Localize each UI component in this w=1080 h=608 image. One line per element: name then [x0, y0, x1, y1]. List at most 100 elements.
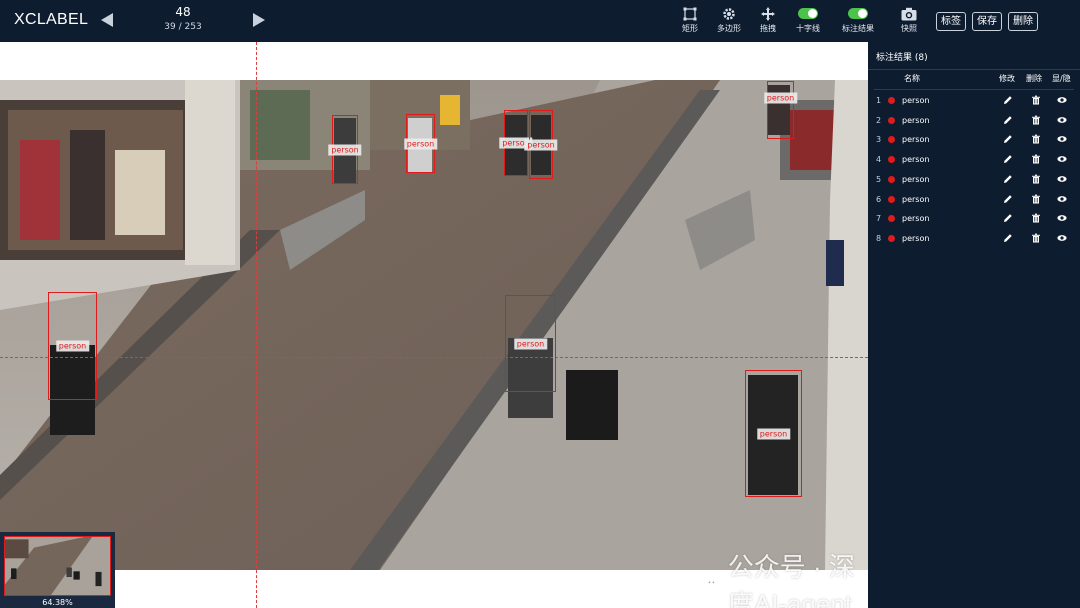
panel-divider — [868, 69, 1080, 70]
color-dot-icon — [888, 195, 895, 203]
list-item[interactable]: 8 person — [868, 230, 1080, 249]
trash-icon[interactable] — [1031, 213, 1041, 223]
color-dot-icon — [888, 175, 895, 183]
item-index: 8 — [876, 233, 882, 243]
eye-icon[interactable] — [1057, 154, 1067, 164]
pencil-icon[interactable] — [1003, 154, 1013, 164]
item-index: 4 — [876, 155, 882, 165]
item-name: person — [902, 155, 930, 165]
bounding-box[interactable]: person — [328, 115, 362, 184]
pencil-icon[interactable] — [1003, 95, 1013, 105]
eye-icon[interactable] — [1057, 233, 1067, 243]
panel-divider — [874, 89, 1074, 90]
trash-icon[interactable] — [1031, 174, 1041, 184]
trash-icon[interactable] — [1031, 154, 1041, 164]
trash-icon[interactable] — [1031, 134, 1041, 144]
minimap-thumbnail[interactable] — [4, 536, 111, 596]
bounding-box[interactable]: person — [505, 295, 556, 392]
next-image-button[interactable] — [252, 12, 266, 28]
crosshair-switch[interactable] — [798, 8, 818, 19]
trash-icon[interactable] — [1031, 233, 1041, 243]
item-index: 7 — [876, 214, 882, 224]
show-annotations-toggle[interactable]: 标注结果 — [838, 5, 878, 34]
bounding-box[interactable]: person — [745, 370, 802, 497]
watermark: 公众号 · 深度AI-agent — [705, 547, 868, 608]
crosshair-vertical-line — [256, 42, 257, 608]
color-dot-icon — [888, 116, 895, 124]
trash-icon[interactable] — [1031, 95, 1041, 105]
eye-icon[interactable] — [1057, 194, 1067, 204]
eye-icon[interactable] — [1057, 174, 1067, 184]
chat-bubble-icon — [705, 578, 722, 590]
list-item[interactable]: 6 person — [868, 191, 1080, 210]
trash-icon[interactable] — [1031, 194, 1041, 204]
item-index: 6 — [876, 194, 882, 204]
list-item[interactable]: 4 person — [868, 151, 1080, 170]
pencil-icon[interactable] — [1003, 115, 1013, 125]
color-dot-icon — [888, 215, 895, 223]
item-name: person — [902, 174, 930, 184]
item-name: person — [902, 233, 930, 243]
bounding-box[interactable]: person — [403, 114, 438, 173]
list-item[interactable]: 5 person — [868, 171, 1080, 190]
crosshair-label: 十字线 — [796, 24, 820, 33]
box-label: person — [513, 338, 548, 349]
snapshot-label: 快照 — [901, 24, 917, 33]
bounding-box[interactable]: person — [48, 292, 97, 400]
prev-image-button[interactable] — [100, 12, 114, 28]
minimap[interactable]: 64.38% — [0, 532, 115, 608]
box-label: person — [328, 144, 362, 155]
bounding-box[interactable]: person — [524, 110, 558, 179]
app-logo: XCLABEL — [14, 11, 89, 28]
drag-tool-button[interactable]: 拖拽 — [748, 5, 788, 34]
eye-icon[interactable] — [1057, 95, 1067, 105]
trash-icon[interactable] — [1031, 115, 1041, 125]
eye-icon[interactable] — [1057, 115, 1067, 125]
list-item[interactable]: 2 person — [868, 112, 1080, 131]
rect-tool-button[interactable]: 矩形 — [670, 5, 710, 34]
color-dot-icon — [888, 156, 895, 164]
list-item[interactable]: 1 person — [868, 92, 1080, 111]
column-visibility: 显/隐 — [1052, 74, 1071, 83]
item-name: person — [902, 214, 930, 224]
pencil-icon[interactable] — [1003, 134, 1013, 144]
pencil-icon[interactable] — [1003, 233, 1013, 243]
image-counter: 48 39 / 253 — [148, 5, 218, 34]
box-label: person — [403, 138, 438, 149]
box-label: person — [756, 428, 791, 439]
rectangle-icon — [670, 5, 710, 22]
top-toolbar: XCLABEL 48 39 / 253 矩形 多边形 拖拽 十字线 标注结果 快… — [0, 0, 1080, 42]
pencil-icon[interactable] — [1003, 174, 1013, 184]
annotation-canvas[interactable]: person person person person person perso… — [0, 42, 868, 608]
show-annotations-switch[interactable] — [848, 8, 868, 19]
pencil-icon[interactable] — [1003, 213, 1013, 223]
gear-icon — [709, 5, 749, 22]
color-dot-icon — [888, 136, 895, 144]
drag-tool-label: 拖拽 — [760, 24, 776, 33]
delete-button[interactable]: 删除 — [1008, 12, 1038, 31]
camera-icon — [889, 5, 929, 22]
snapshot-button[interactable]: 快照 — [889, 5, 929, 34]
triangle-left-icon — [101, 13, 113, 27]
rect-tool-label: 矩形 — [682, 24, 698, 33]
triangle-right-icon — [253, 13, 265, 27]
pencil-icon[interactable] — [1003, 194, 1013, 204]
move-arrows-icon — [748, 5, 788, 22]
crosshair-toggle[interactable]: 十字线 — [788, 5, 828, 34]
image-number: 48 — [175, 5, 191, 19]
eye-icon[interactable] — [1057, 213, 1067, 223]
column-delete: 删除 — [1026, 74, 1042, 83]
list-item[interactable]: 3 person — [868, 131, 1080, 150]
item-index: 5 — [876, 174, 882, 184]
bounding-box[interactable]: person — [763, 81, 798, 139]
annotation-results-panel: 标注结果 (8) 名称 修改 删除 显/隐 1 person 2 person 3 per… — [868, 42, 1080, 608]
eye-icon[interactable] — [1057, 134, 1067, 144]
save-button[interactable]: 保存 — [972, 12, 1002, 31]
item-index: 3 — [876, 135, 882, 145]
panel-title: 标注结果 (8) — [876, 53, 928, 63]
zoom-level: 64.38% — [42, 598, 73, 607]
list-item[interactable]: 7 person — [868, 210, 1080, 229]
polygon-tool-button[interactable]: 多边形 — [709, 5, 749, 34]
item-index: 2 — [876, 115, 882, 125]
label-button[interactable]: 标签 — [936, 12, 966, 31]
